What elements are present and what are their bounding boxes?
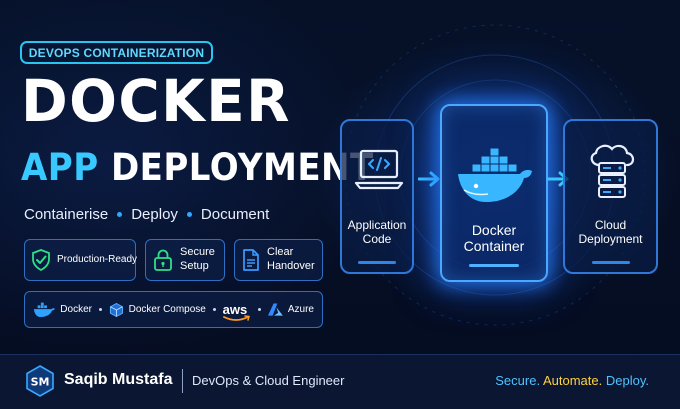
feature-production-ready: Production-Ready [24, 239, 138, 281]
card-label: Docker Container [442, 222, 546, 254]
separator-dot [98, 308, 102, 311]
document-icon [243, 249, 259, 271]
card-underline [591, 261, 630, 264]
tagline-containerise: Containerise [24, 206, 109, 223]
feature-label-line1: Clear [267, 246, 294, 259]
title-app-deployment: APP DEPLOYMENT [21, 149, 374, 186]
tech-stack-row: Docker Docker Compose aws Azure [24, 291, 323, 328]
cube-icon [109, 302, 123, 317]
feature-label-line1: Secure [180, 246, 215, 259]
card-label-line1: Cloud [594, 218, 627, 232]
tech-docker-compose: Docker Compose [128, 304, 206, 315]
separator-dot [212, 308, 216, 311]
shield-check-icon [32, 249, 50, 271]
cloud-server-icon [590, 144, 635, 198]
author-logo: SM [26, 365, 54, 397]
card-label-line1: Docker [471, 222, 517, 238]
docker-whale-icon [33, 302, 55, 317]
tagline-dot [117, 212, 123, 217]
card-label-line2: Deployment [578, 231, 643, 246]
docker-whale-icon [458, 147, 532, 202]
motto-automate: Automate. [542, 373, 603, 388]
feature-label-line2: Setup [180, 260, 209, 272]
tech-azure: Azure [287, 304, 314, 315]
padlock-icon [154, 249, 172, 271]
footer-divider [182, 369, 183, 393]
card-label: Cloud Deployment [565, 218, 656, 247]
card-label-line1: Application [347, 218, 407, 232]
title-docker: DOCKER [21, 67, 291, 135]
tagline-deploy: Deploy [131, 206, 178, 223]
tagline-dot [186, 212, 192, 217]
title-deployment: DEPLOYMENT [110, 146, 374, 189]
card-label-line2: Container [463, 238, 525, 255]
feature-label: Secure Setup [180, 246, 215, 274]
aws-smile-icon [222, 315, 250, 321]
author-name: Saqib Mustafa [64, 371, 173, 388]
tagline-document: Document [200, 206, 270, 223]
separator-dot [258, 308, 262, 311]
laptop-code-icon [354, 149, 404, 190]
feature-clear-handover: Clear Handover [234, 239, 323, 281]
title-app: APP [21, 146, 99, 189]
tagline: Containerise Deploy Document [24, 206, 269, 223]
card-label-line2: Code [362, 231, 392, 246]
author-role: DevOps & Cloud Engineer [192, 373, 345, 388]
card-underline [469, 264, 519, 267]
feature-label-line2: Handover [267, 260, 315, 272]
feature-secure-setup: Secure Setup [145, 239, 225, 281]
tech-docker: Docker [60, 304, 92, 315]
aws-logo: aws [223, 303, 250, 321]
motto: Secure. Automate. Deploy. [495, 373, 649, 388]
card-underline [358, 261, 396, 264]
feature-label: Clear Handover [267, 246, 315, 274]
logo-text: SM [31, 376, 50, 389]
azure-logo [268, 302, 283, 316]
card-application-code: Application Code [340, 119, 414, 274]
card-label: Application Code [342, 218, 412, 247]
feature-label: Production-Ready [57, 253, 138, 265]
card-cloud-deployment: Cloud Deployment [563, 119, 658, 274]
motto-secure: Secure. [495, 373, 541, 388]
motto-deploy: Deploy. [605, 373, 649, 388]
card-docker-container: Docker Container [440, 104, 548, 282]
category-badge: DEVOPS CONTAINERIZATION [20, 41, 213, 64]
